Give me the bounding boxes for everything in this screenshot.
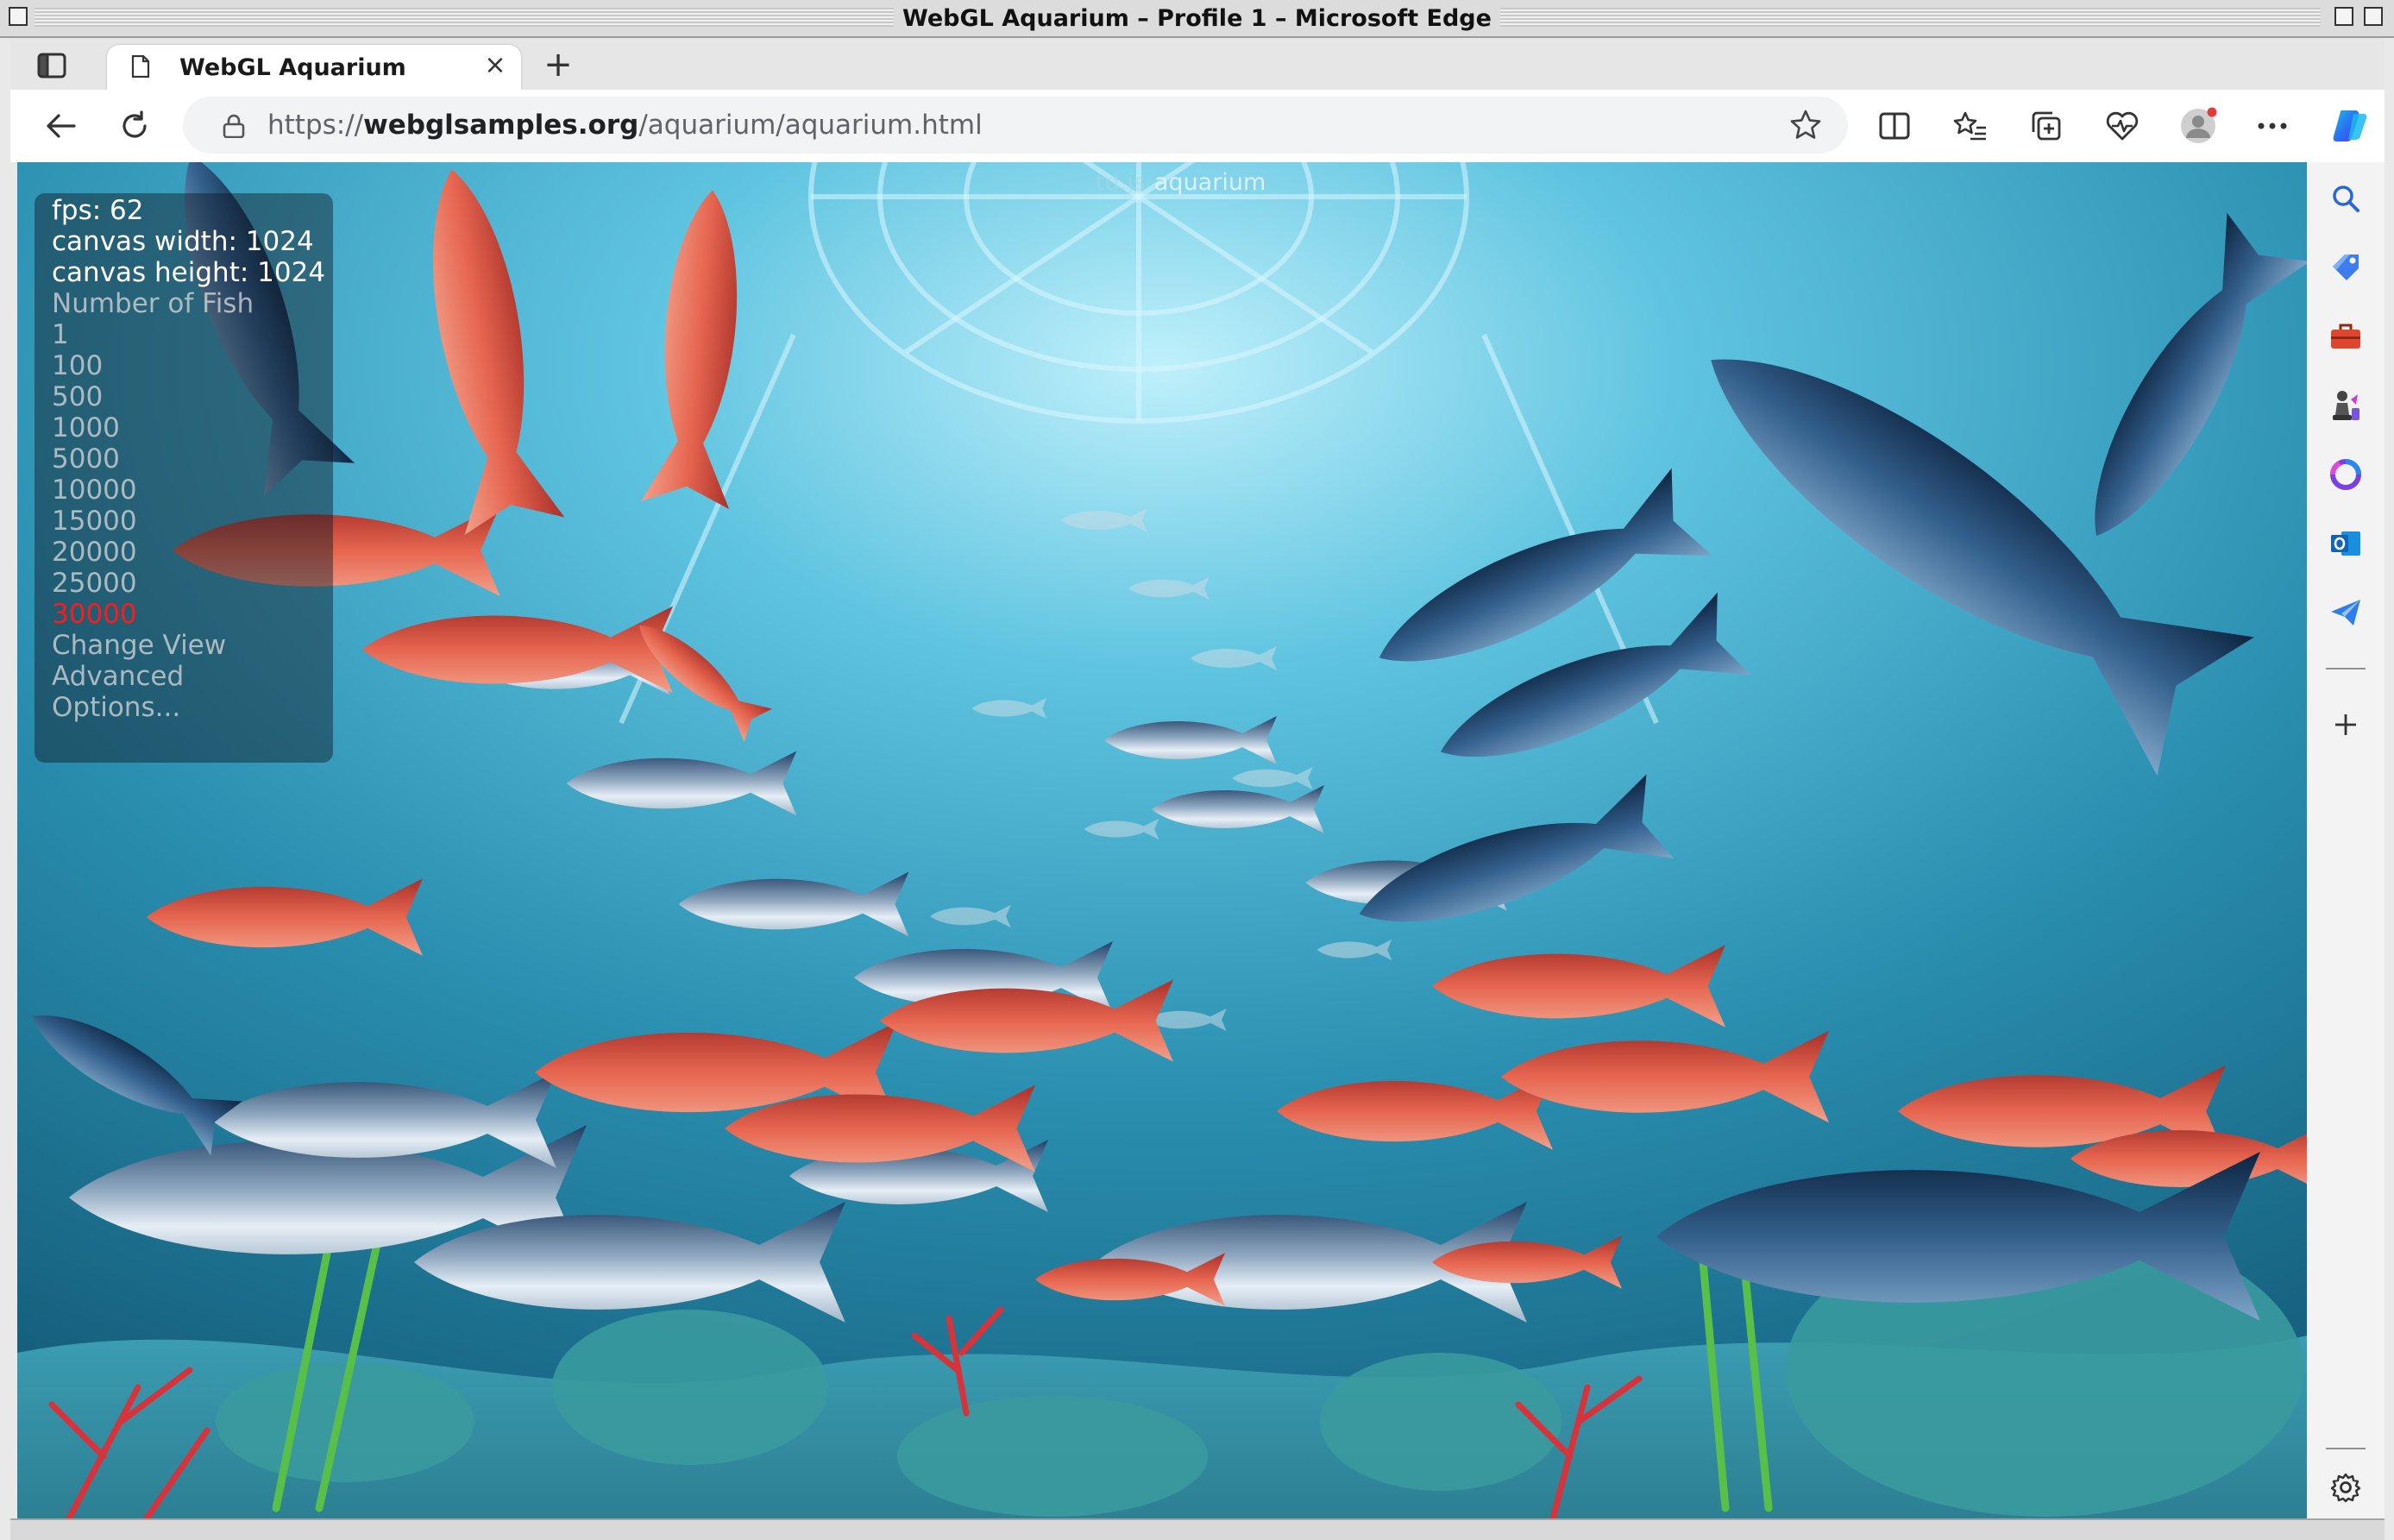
outlook-icon bbox=[2331, 531, 2360, 556]
refresh-button[interactable] bbox=[110, 102, 159, 150]
window-title: WebGL Aquarium – Profile 1 – Microsoft E… bbox=[0, 5, 2394, 32]
favorites-icon bbox=[1953, 111, 1986, 141]
sidebar-send-button[interactable] bbox=[2327, 594, 2365, 632]
tag-icon bbox=[2333, 255, 2359, 280]
add-icon bbox=[2335, 714, 2356, 735]
fps-readout: fps: 62 bbox=[52, 195, 144, 226]
sidebar-tools-button[interactable] bbox=[2327, 317, 2365, 355]
url-text[interactable]: https://webglsamples.org/aquarium/aquari… bbox=[267, 110, 983, 141]
sidebar-copilot-button[interactable] bbox=[2327, 456, 2365, 493]
copilot-icon bbox=[2330, 459, 2361, 490]
more-button[interactable] bbox=[2248, 102, 2297, 150]
aquarium-scene[interactable] bbox=[17, 162, 2307, 1518]
lock-icon[interactable] bbox=[223, 114, 245, 138]
profile-button[interactable] bbox=[2174, 102, 2222, 150]
toolbox-icon bbox=[2331, 324, 2360, 349]
fish-count-header: Number of Fish bbox=[52, 288, 254, 319]
tab-actions-button[interactable] bbox=[28, 47, 76, 85]
fish-option-30000-selected[interactable]: 30000 bbox=[52, 599, 325, 630]
sidebar-settings-button[interactable] bbox=[2327, 1468, 2365, 1506]
tab-webgl-aquarium[interactable]: WebGL Aquarium × bbox=[107, 45, 521, 90]
fish-option-15000[interactable]: 15000 bbox=[52, 506, 325, 537]
change-view-option[interactable]: Change View bbox=[52, 630, 325, 661]
fish-option-1[interactable]: 1 bbox=[52, 319, 325, 350]
window-collapse-button[interactable] bbox=[2364, 7, 2383, 26]
chess-icon bbox=[2333, 391, 2359, 420]
fish-option-25000[interactable]: 25000 bbox=[52, 568, 325, 599]
window-title-bar: WebGL Aquarium – Profile 1 – Microsoft E… bbox=[0, 0, 2394, 38]
sidebar-shopping-button[interactable] bbox=[2327, 248, 2365, 286]
webgl-canvas-area[interactable]: td.js aquarium fps: 62 canvas width: 1024… bbox=[17, 162, 2307, 1518]
fish-option-10000[interactable]: 10000 bbox=[52, 475, 325, 506]
fish-option-5000[interactable]: 5000 bbox=[52, 443, 325, 475]
canvas-width-readout: canvas width: 1024 bbox=[52, 226, 314, 257]
browser-toolbar: https://webglsamples.org/aquarium/aquari… bbox=[10, 90, 2385, 162]
heart-pulse-icon bbox=[2106, 111, 2139, 141]
edge-sidebar bbox=[2307, 162, 2385, 1518]
split-screen-icon bbox=[1879, 112, 1910, 140]
hud-panel: fps: 62 canvas width: 1024 canvas height… bbox=[52, 195, 325, 723]
split-screen-button[interactable] bbox=[1870, 102, 1919, 150]
advanced-option[interactable]: Advanced bbox=[52, 661, 325, 692]
window-bottom-edge bbox=[10, 1518, 2385, 1540]
sidebar-outlook-button[interactable] bbox=[2327, 525, 2365, 563]
tab-title: WebGL Aquarium bbox=[179, 54, 406, 81]
sidebar-games-button[interactable] bbox=[2327, 387, 2365, 424]
canvas-label: td.js aquarium bbox=[1096, 169, 1266, 196]
arrow-left-icon bbox=[47, 114, 76, 138]
sidebar-add-button[interactable] bbox=[2327, 706, 2365, 744]
star-icon[interactable] bbox=[1789, 109, 1822, 141]
canvas-height-readout: canvas height: 1024 bbox=[52, 257, 326, 288]
sidebar-divider bbox=[2326, 1448, 2366, 1449]
new-tab-button[interactable]: + bbox=[537, 45, 580, 85]
fish-option-1000[interactable]: 1000 bbox=[52, 412, 325, 443]
copilot-icon bbox=[2333, 110, 2367, 141]
fish-option-100[interactable]: 100 bbox=[52, 350, 325, 381]
avatar-icon bbox=[2181, 107, 2217, 143]
refresh-icon bbox=[123, 110, 147, 138]
address-bar[interactable]: https://webglsamples.org/aquarium/aquari… bbox=[183, 97, 1848, 154]
fish-option-500[interactable]: 500 bbox=[52, 381, 325, 412]
tab-actions-icon bbox=[37, 53, 66, 79]
favorites-button[interactable] bbox=[1946, 102, 1995, 150]
settings-icon bbox=[2330, 1473, 2361, 1503]
collections-icon bbox=[2032, 111, 2061, 141]
tab-strip: WebGL Aquarium × + bbox=[10, 38, 2385, 90]
window-zoom-button[interactable] bbox=[2334, 7, 2353, 26]
fish-option-20000[interactable]: 20000 bbox=[52, 537, 325, 568]
back-button[interactable] bbox=[36, 102, 85, 150]
browser-essentials-button[interactable] bbox=[2098, 102, 2146, 150]
search-icon bbox=[2333, 185, 2359, 212]
collections-button[interactable] bbox=[2022, 102, 2070, 150]
copilot-button[interactable] bbox=[2326, 102, 2374, 150]
options-option[interactable]: Options... bbox=[52, 692, 325, 723]
sidebar-divider bbox=[2326, 668, 2366, 669]
page-icon bbox=[131, 55, 150, 78]
close-icon[interactable]: × bbox=[481, 52, 509, 79]
send-icon bbox=[2331, 600, 2360, 625]
more-icon bbox=[2258, 123, 2287, 129]
sidebar-search-button[interactable] bbox=[2327, 179, 2365, 217]
